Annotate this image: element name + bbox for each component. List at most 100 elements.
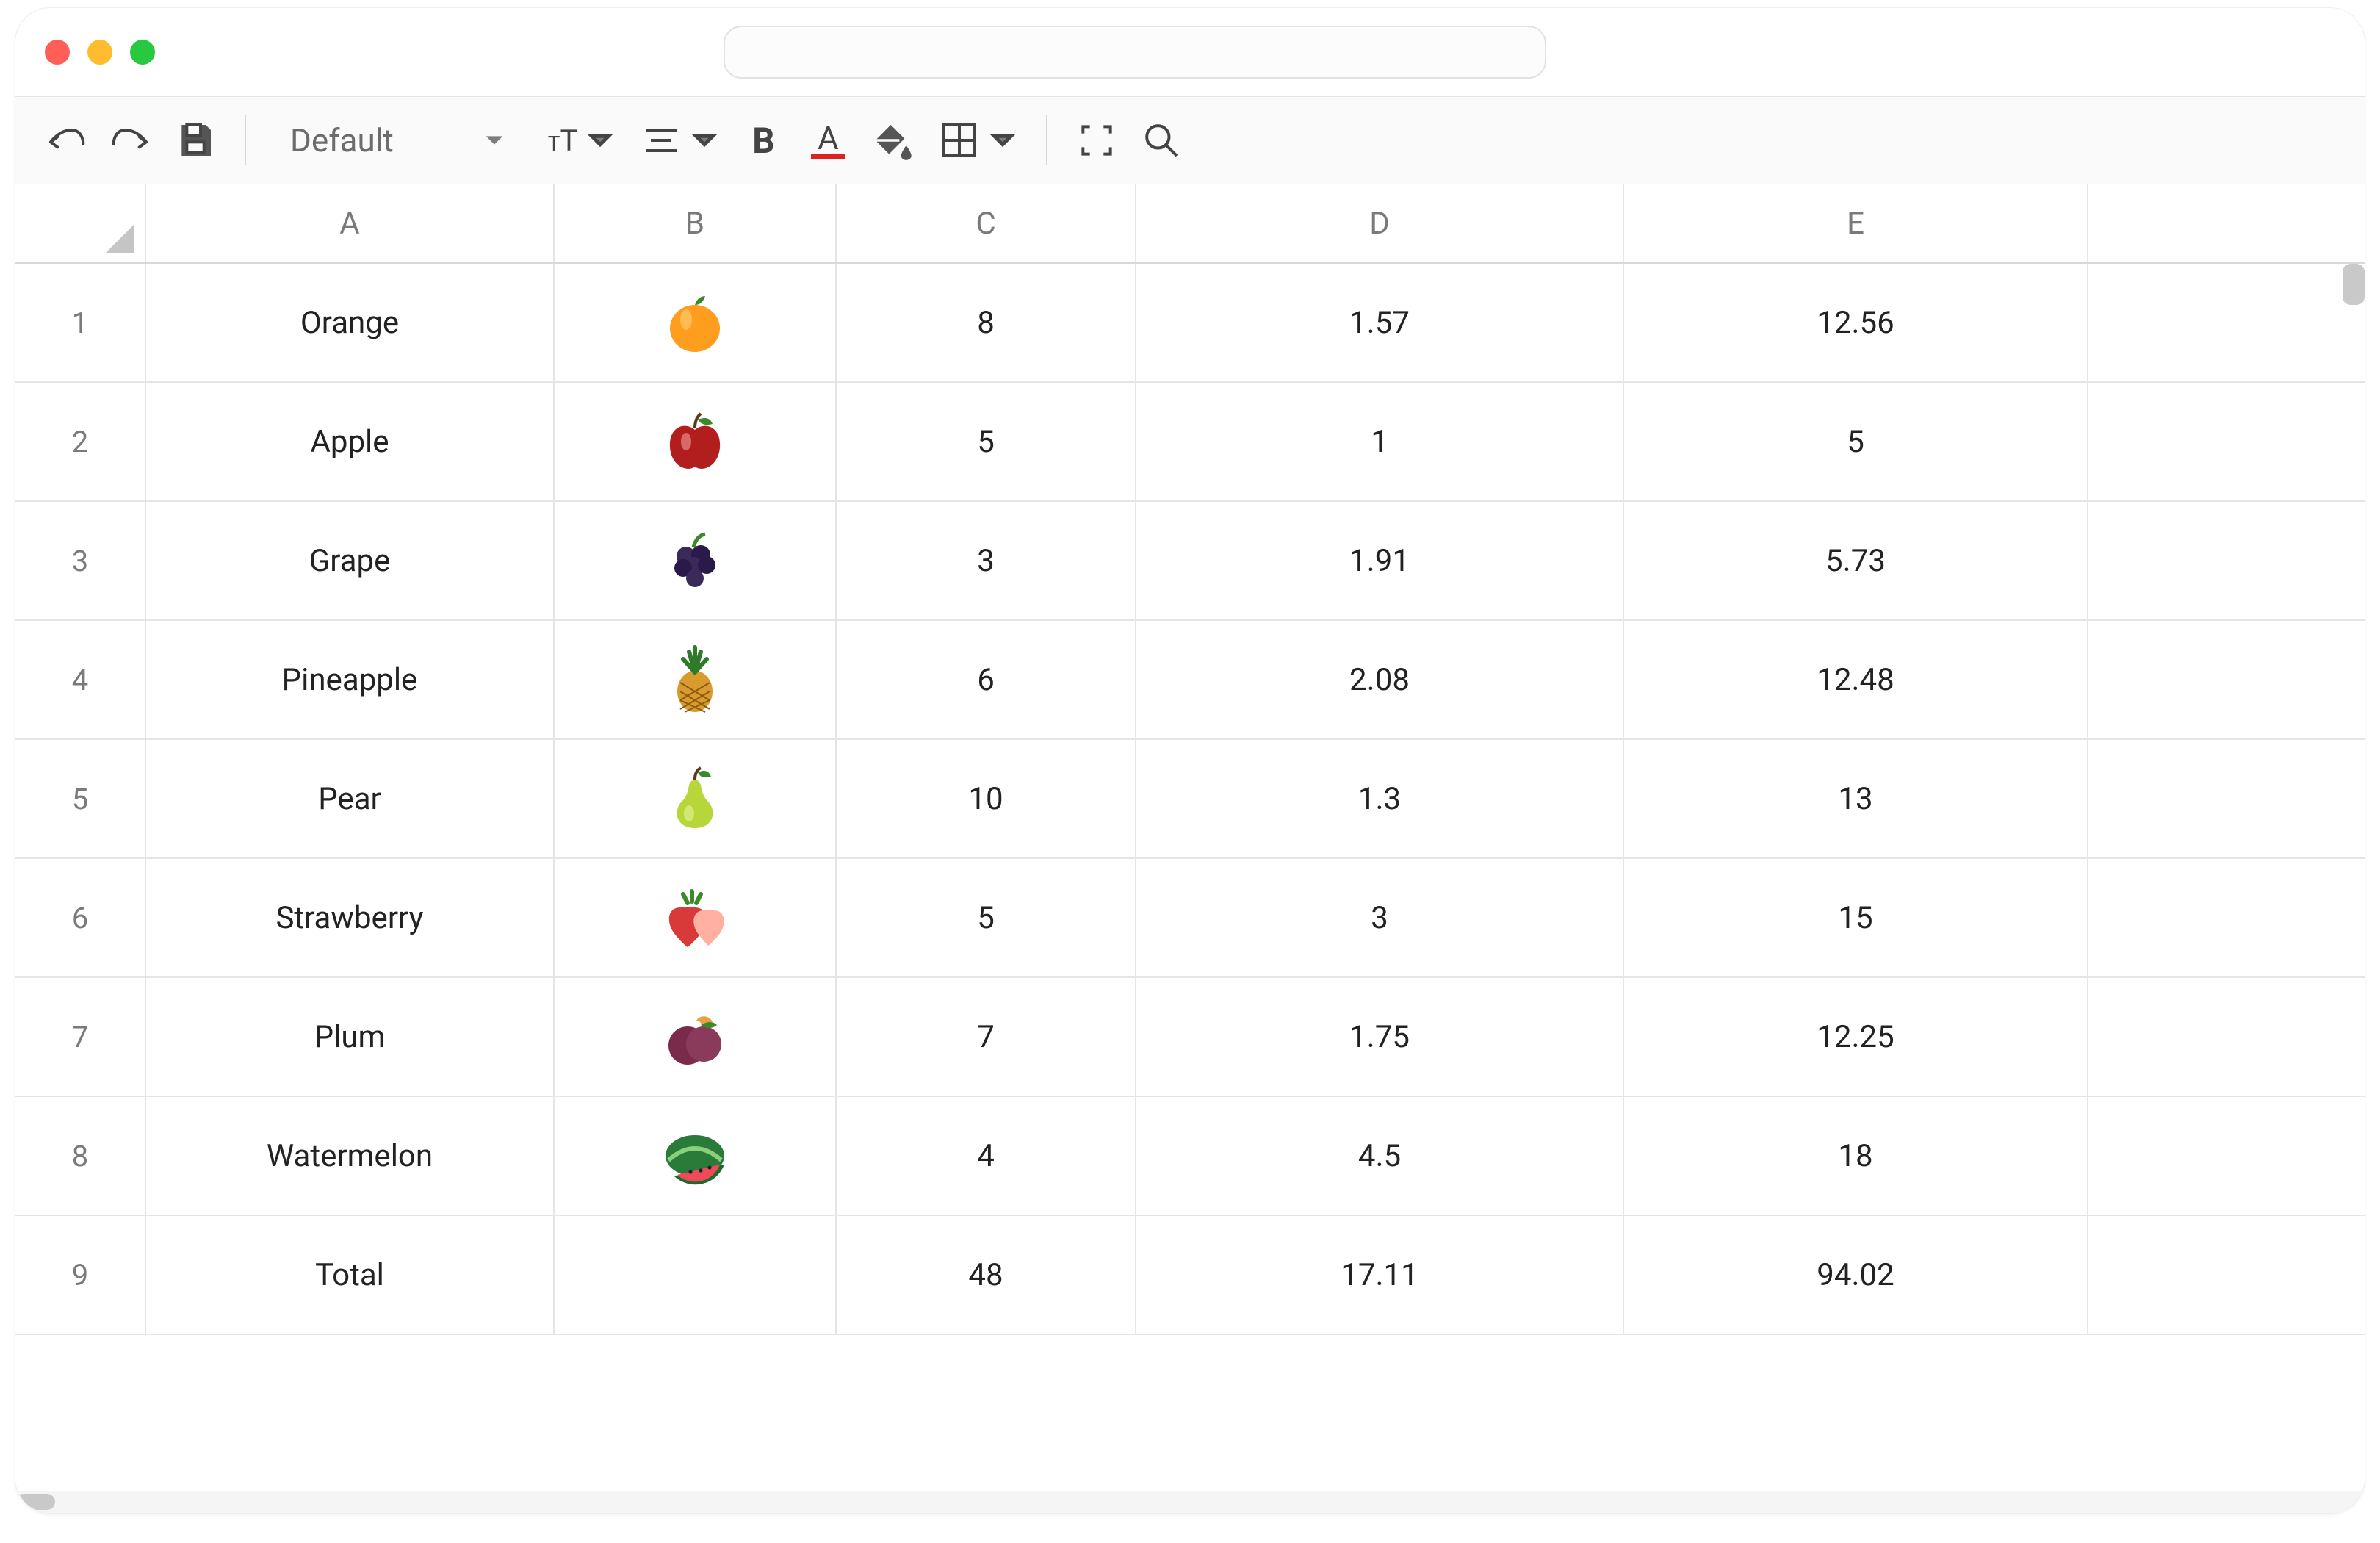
scrollbar-thumb[interactable] [15,1494,55,1510]
cell[interactable]: 1.91 [1136,502,1624,619]
cell[interactable]: 48 [837,1216,1136,1334]
row-header[interactable]: 9 [15,1216,146,1334]
row-header[interactable]: 5 [15,740,146,857]
row-header[interactable]: 7 [15,978,146,1096]
cell[interactable]: Pear [146,740,555,857]
cell[interactable]: 1.57 [1136,264,1624,381]
column-header-e[interactable]: E [1624,184,2088,262]
cell[interactable] [555,383,837,500]
cell[interactable]: 12.25 [1624,978,2088,1096]
cell[interactable] [555,502,837,619]
chevron-down-icon [692,128,717,153]
cell[interactable]: Total [146,1216,555,1334]
cell[interactable]: 7 [837,978,1136,1096]
search-button[interactable] [1136,115,1187,166]
table-row: 1Orange 81.5712.56 [15,264,2365,383]
paint-bucket-icon [872,120,913,161]
expand-icon [1076,120,1117,161]
column-header-c[interactable]: C [837,184,1136,262]
letter-a-icon: A [818,122,839,154]
cell[interactable]: 12.56 [1624,264,2088,381]
pineapple-icon [658,643,732,716]
cell[interactable]: 4 [837,1097,1136,1215]
table-row: 3Grape31.915.73 [15,502,2365,621]
undo-button[interactable] [40,115,92,166]
toolbar: Default TT B A [15,96,2365,184]
cell[interactable]: 8 [837,264,1136,381]
cell[interactable] [555,1216,837,1334]
cell[interactable]: 5 [1624,383,2088,500]
column-header-b[interactable]: B [555,184,837,262]
save-button[interactable] [170,115,221,166]
cell[interactable] [555,978,837,1096]
cell[interactable]: Pineapple [146,621,555,738]
orange-icon [658,286,732,359]
horizontal-scrollbar[interactable] [15,1491,2365,1513]
column-header-a[interactable]: A [146,184,555,262]
font-color-button[interactable]: A [802,115,854,166]
cell[interactable]: 5.73 [1624,502,2088,619]
cell[interactable]: 2.08 [1136,621,1624,738]
close-window-button[interactable] [45,40,70,65]
cell[interactable] [555,859,837,976]
cell[interactable]: 5 [837,859,1136,976]
cell[interactable]: 15 [1624,859,2088,976]
vertical-scrollbar-thumb[interactable] [2343,264,2365,305]
cell[interactable]: Strawberry [146,859,555,976]
font-size-picker[interactable]: TT [541,115,621,166]
cell[interactable]: 5 [837,383,1136,500]
cell[interactable]: Grape [146,502,555,619]
cell[interactable]: 12.48 [1624,621,2088,738]
cell[interactable]: 18 [1624,1097,2088,1215]
cell[interactable] [555,740,837,857]
row-header[interactable]: 1 [15,264,146,381]
redo-button[interactable] [105,115,156,166]
cell[interactable] [555,264,837,381]
cell[interactable]: 13 [1624,740,2088,857]
select-all-corner[interactable] [15,184,146,262]
table-row: 2Apple 515 [15,383,2365,502]
fill-color-button[interactable] [867,115,918,166]
bold-button[interactable]: B [738,115,789,166]
font-family-picker[interactable]: Default [270,112,527,169]
table-row: 5Pear 101.313 [15,740,2365,859]
table-row: 4Pineapple 62.0812.48 [15,621,2365,740]
borders-button[interactable] [931,115,1023,166]
fullscreen-button[interactable] [1071,115,1122,166]
minimize-window-button[interactable] [87,40,112,65]
cell[interactable]: Orange [146,264,555,381]
titlebar [15,8,2365,96]
cell[interactable]: Plum [146,978,555,1096]
cell[interactable]: 94.02 [1624,1216,2088,1334]
cell[interactable]: 4.5 [1136,1097,1624,1215]
cell[interactable]: 17.11 [1136,1216,1624,1334]
window-controls [45,40,155,65]
cell[interactable]: 1.75 [1136,978,1624,1096]
cell[interactable]: Watermelon [146,1097,555,1215]
column-header-row: A B C D E [15,184,2365,264]
apple-icon [658,405,732,478]
row-header[interactable]: 4 [15,621,146,738]
maximize-window-button[interactable] [130,40,155,65]
address-bar[interactable] [724,26,1546,79]
align-center-icon [641,120,682,161]
cell[interactable]: 1 [1136,383,1624,500]
cell[interactable]: 10 [837,740,1136,857]
cell[interactable]: 3 [837,502,1136,619]
cell[interactable] [555,621,837,738]
cell[interactable]: 6 [837,621,1136,738]
row-header[interactable]: 2 [15,383,146,500]
cell[interactable] [555,1097,837,1215]
row-header[interactable]: 3 [15,502,146,619]
align-button[interactable] [633,115,724,166]
watermelon-icon [658,1119,732,1193]
column-header-d[interactable]: D [1136,184,1624,262]
row-header[interactable]: 8 [15,1097,146,1215]
toolbar-separator [1046,115,1047,165]
strawberry-icon [658,881,732,954]
cell[interactable]: 1.3 [1136,740,1624,857]
cell[interactable]: 3 [1136,859,1624,976]
chevron-down-icon [990,128,1015,153]
cell[interactable]: Apple [146,383,555,500]
row-header[interactable]: 6 [15,859,146,976]
